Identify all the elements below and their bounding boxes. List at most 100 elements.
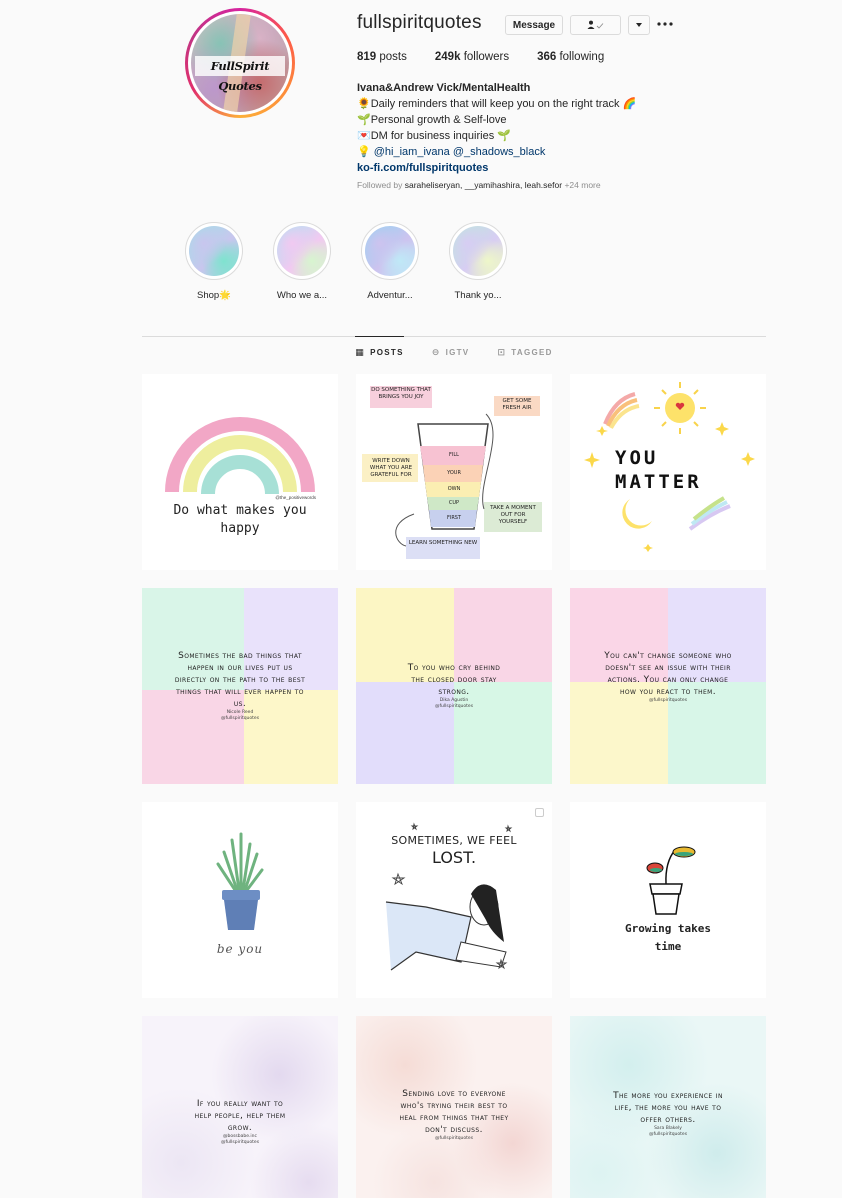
tab-label: TAGGED: [511, 347, 553, 357]
profile-bio: Ivana&Andrew Vick/MentalHealth 🌻Daily re…: [357, 80, 636, 176]
post-thumbnail[interactable]: be you: [142, 802, 338, 998]
post-quote-block: Sometimes the bad things that happen in …: [172, 650, 308, 722]
followers-count: 249k: [434, 51, 461, 63]
post-thumbnail[interactable]: Growing takes time: [570, 802, 766, 998]
post-quote-block: The more you experience in life, the mor…: [612, 1090, 724, 1138]
highlight-label: Who we a...: [276, 290, 328, 301]
caret-down-icon: [636, 23, 642, 27]
highlight-ring: [361, 222, 419, 280]
post-thumbnail[interactable]: You can't change someone who doesn't see…: [570, 588, 766, 784]
highlight-item[interactable]: Shop🌟: [170, 222, 258, 301]
highlight-cover: [365, 226, 415, 276]
post-thumbnail[interactable]: The more you experience in life, the mor…: [570, 1016, 766, 1198]
post-quote: Sometimes the bad things that happen in …: [174, 651, 306, 709]
profile-avatar[interactable]: FullSpirit Quotes: [185, 8, 295, 118]
sunflower-icon: 🌻: [357, 98, 371, 110]
bio-mentions: 💡 @hi_iam_ivana @_shadows_black: [357, 144, 636, 160]
following-button[interactable]: [570, 15, 621, 35]
love-letter-icon: 💌: [357, 130, 371, 142]
you-matter-text: YOU MATTER: [615, 447, 702, 493]
post-handle: @fullspiritquotes: [434, 1136, 474, 1141]
girl-lying-illustration: [385, 822, 513, 971]
sprout-pot-illustration: [646, 846, 696, 915]
post-quote: If you really want to help people, help …: [194, 1099, 286, 1133]
highlight-item[interactable]: Adventur...: [346, 222, 434, 301]
post-quote-block: Sending love to everyone who's trying th…: [398, 1088, 510, 1142]
cup-note: LEARN SOMETHING NEW: [408, 540, 478, 546]
post-thumbnail[interactable]: Do what makes you happy @the_positivewor…: [142, 374, 338, 570]
highlight-label: Thank yo...: [454, 290, 502, 301]
bio-line: 🌻Daily reminders that will keep you on t…: [357, 96, 636, 112]
followed-by[interactable]: Followed by saraheliseryan, __yamihashir…: [357, 180, 601, 190]
grid-icon: ▦: [355, 346, 366, 357]
highlight-ring: [273, 222, 331, 280]
cup-note: DO SOMETHING THAT BRINGS YOU JOY: [371, 387, 431, 400]
stat-followers[interactable]: 249k followers: [435, 51, 509, 63]
stat-following[interactable]: 366 following: [537, 51, 604, 63]
mention-link[interactable]: @hi_iam_ivana: [374, 146, 450, 158]
mention-link[interactable]: @_shadows_black: [453, 146, 546, 158]
seedling-icon: 🌱: [357, 114, 371, 126]
posts-label: posts: [379, 51, 407, 63]
highlight-item[interactable]: Thank yo...: [434, 222, 522, 301]
post-quote: To you who cry behind the closed door st…: [407, 663, 501, 697]
highlight-cover: [453, 226, 503, 276]
bio-line-text: DM for business inquiries: [370, 130, 495, 142]
post-thumbnail[interactable]: DO SOMETHING THAT BRINGS YOU JOY GET SOM…: [356, 374, 552, 570]
bio-line: 🌱Personal growth & Self-love: [357, 112, 636, 128]
tab-label: POSTS: [370, 347, 404, 357]
post-caption: be you: [216, 942, 264, 956]
suggested-dropdown-button[interactable]: [628, 15, 650, 35]
bio-line: 💌DM for business inquiries 🌱: [357, 128, 636, 144]
tab-tagged[interactable]: ⊡ TAGGED: [497, 337, 552, 367]
cup-layer: YOUR: [447, 470, 461, 476]
highlight-item[interactable]: Who we a...: [258, 222, 346, 301]
message-button[interactable]: Message: [505, 15, 563, 35]
seedling-icon: 🌱: [497, 130, 511, 142]
post-thumbnail[interactable]: Sending love to everyone who's trying th…: [356, 1016, 552, 1198]
post-thumbnail[interactable]: YOU MATTER: [570, 374, 766, 570]
avatar-logo-text: FullSpirit Quotes: [195, 56, 285, 93]
lightbulb-icon: 💡: [357, 146, 371, 158]
highlight-label: Shop🌟: [196, 290, 231, 301]
profile-stats: 819 posts 249k followers 366 following: [357, 51, 632, 63]
profile-username: fullspiritquotes: [357, 12, 482, 33]
tab-igtv[interactable]: ⊖ IGTV: [432, 337, 470, 367]
cup-layer: OWN: [447, 486, 461, 492]
post-thumbnail[interactable]: If you really want to help people, help …: [142, 1016, 338, 1198]
avatar-border: FullSpirit Quotes: [188, 11, 292, 115]
tab-posts[interactable]: ▦ POSTS: [355, 336, 405, 367]
tagged-icon: ⊡: [497, 346, 507, 357]
post-caption: Growing takes time: [624, 922, 712, 953]
igtv-icon: ⊖: [431, 346, 441, 357]
cup-note: WRITE DOWN WHAT YOU ARE GRATEFUL FOR: [369, 458, 413, 478]
more-options-button[interactable]: [657, 15, 675, 35]
cup-layer: FIRST: [446, 515, 462, 521]
post-quote-block: You can't change someone who doesn't see…: [602, 650, 734, 704]
post-handle: @fullspiritquotes: [434, 704, 474, 709]
rainbow-icon: 🌈: [622, 98, 637, 110]
posts-count: 819: [357, 51, 377, 63]
post-handle: @fullspiritquotes: [648, 1132, 688, 1137]
post-quote-block: If you really want to help people, help …: [188, 1098, 292, 1146]
post-quote: The more you experience in life, the mor…: [613, 1091, 723, 1125]
highlight-ring: [449, 222, 507, 280]
website-link[interactable]: ko-fi.com/fullspiritquotes: [357, 162, 488, 174]
post-thumbnail[interactable]: SOMETIMES, WE FEEL LOST.: [356, 802, 552, 998]
post-quote: You can't change someone who doesn't see…: [604, 651, 732, 697]
post-handle: @fullspiritquotes: [648, 698, 688, 703]
following-label: following: [559, 51, 605, 63]
highlight-cover: [189, 226, 239, 276]
cup-note: GET SOME FRESH AIR: [502, 398, 532, 411]
story-highlights: Shop🌟 Who we a... Adventur... Thank yo..…: [170, 222, 522, 301]
bio-line-text: Personal growth & Self-love: [370, 114, 507, 126]
post-caption: Do what makes you happy: [173, 503, 307, 536]
profile-tabs: ▦ POSTS ⊖ IGTV ⊡ TAGGED: [142, 336, 766, 367]
posts-grid: Do what makes you happy @the_positivewor…: [142, 374, 766, 1198]
post-thumbnail[interactable]: Sometimes the bad things that happen in …: [142, 588, 338, 784]
cup-layer: CUP: [448, 500, 460, 506]
stat-posts: 819 posts: [357, 51, 407, 63]
post-thumbnail[interactable]: To you who cry behind the closed door st…: [356, 588, 552, 784]
post-quote-block: To you who cry behind the closed door st…: [404, 662, 504, 710]
followed-by-prefix: Followed by: [357, 180, 403, 190]
